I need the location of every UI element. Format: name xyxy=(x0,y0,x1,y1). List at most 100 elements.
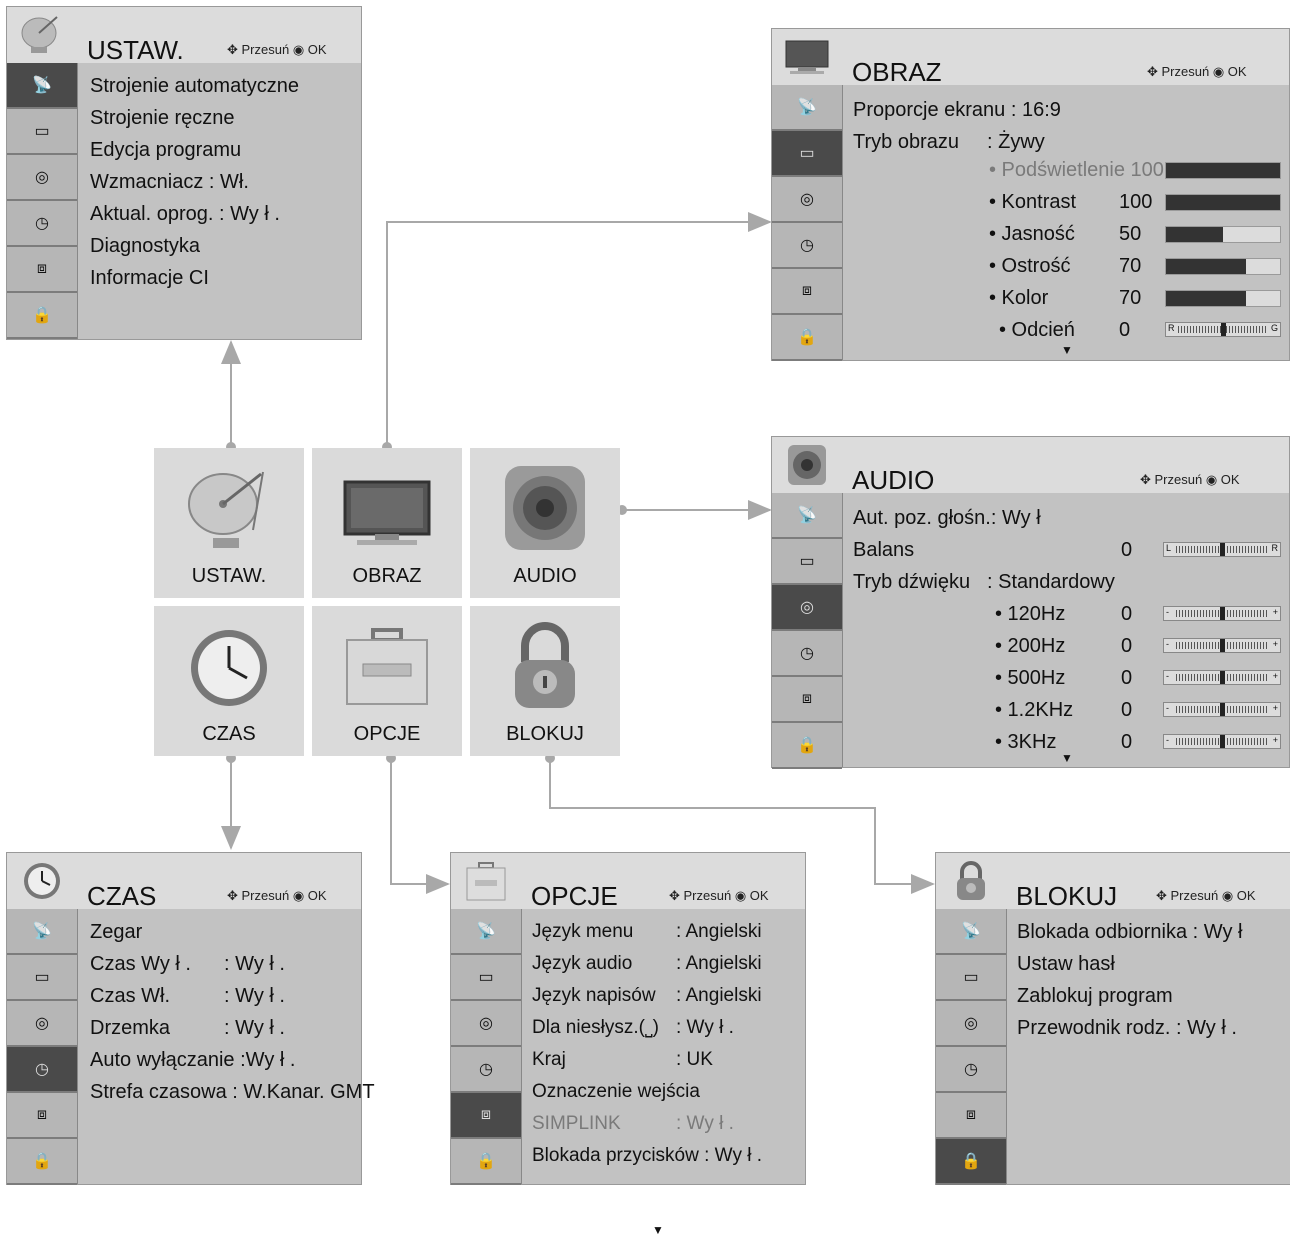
picture-setting-bar[interactable] xyxy=(1165,226,1281,243)
tile-setup[interactable]: USTAW. xyxy=(154,448,304,598)
setup-menu-item[interactable]: Wzmacniacz : Wł. xyxy=(90,171,249,194)
tint-slider[interactable]: RG xyxy=(1165,322,1281,337)
eq-band-slider[interactable]: - + xyxy=(1163,734,1281,749)
sidebar-item-option[interactable]: ⧈ xyxy=(936,1093,1006,1139)
sidebar-item-setup[interactable]: 📡 xyxy=(451,909,521,955)
tile-lock[interactable]: BLOKUJ xyxy=(470,606,620,756)
option-menu-item[interactable]: Dla niesłysz.(⎵) xyxy=(532,1017,659,1039)
eq-band-slider[interactable]: - + xyxy=(1163,670,1281,685)
scroll-down-icon[interactable]: ▼ xyxy=(1061,751,1073,765)
sidebar-item-audio[interactable]: ◎ xyxy=(7,1001,77,1047)
sidebar-item-option[interactable]: ⧈ xyxy=(7,247,77,293)
time-menu-item[interactable]: Auto wyłączanie :Wy ł . xyxy=(90,1049,295,1072)
sidebar-item-audio[interactable]: ◎ xyxy=(936,1001,1006,1047)
eq-band-slider[interactable]: - + xyxy=(1163,702,1281,717)
tile-option[interactable]: OPCJE xyxy=(312,606,462,756)
sidebar-item-option[interactable]: ⧈ xyxy=(7,1093,77,1139)
lock-menu-item[interactable]: Zablokuj program xyxy=(1017,985,1173,1008)
sidebar-item-lock[interactable]: 🔒 xyxy=(451,1139,521,1185)
eq-band-slider[interactable]: - + xyxy=(1163,606,1281,621)
picture-setting-value: 70 xyxy=(1119,255,1142,277)
sidebar-item-setup[interactable]: 📡 xyxy=(936,909,1006,955)
eq-band-label[interactable]: • 1.2KHz xyxy=(995,699,1073,722)
eq-band-label[interactable]: • 500Hz xyxy=(995,667,1065,690)
sidebar-item-lock[interactable]: 🔒 xyxy=(772,315,842,361)
setup-menu-item[interactable]: Aktual. oprog. : Wy ł . xyxy=(90,203,280,226)
setup-menu-item[interactable]: Diagnostyka xyxy=(90,235,200,258)
sidebar-item-picture[interactable]: ▭ xyxy=(451,955,521,1001)
option-menu-item[interactable]: Język menu xyxy=(532,921,633,943)
scroll-down-icon[interactable]: ▼ xyxy=(652,1223,664,1237)
sidebar-item-time[interactable]: ◷ xyxy=(772,631,842,677)
option-menu-item[interactable]: Oznaczenie wejścia xyxy=(532,1081,700,1103)
time-menu-item[interactable]: Zegar xyxy=(90,921,142,944)
setup-menu-item[interactable]: Informacje CI xyxy=(90,267,209,290)
picture-mode-label[interactable]: Tryb obrazu xyxy=(853,131,959,154)
setup-menu-item[interactable]: Edycja programu xyxy=(90,139,241,162)
eq-band-label[interactable]: • 3KHz xyxy=(995,731,1056,754)
tile-time[interactable]: CZAS xyxy=(154,606,304,756)
picture-setting-bar[interactable] xyxy=(1165,162,1281,179)
sound-mode-label[interactable]: Tryb dźwięku xyxy=(853,571,970,594)
menu-sidebar: 📡 ▭ ◎ ◷ ⧈ 🔒 xyxy=(7,909,77,1185)
sidebar-item-picture[interactable]: ▭ xyxy=(7,955,77,1001)
sidebar-item-audio[interactable]: ◎ xyxy=(451,1001,521,1047)
setup-menu-item[interactable]: Strojenie ręczne xyxy=(90,107,235,130)
sidebar-item-lock[interactable]: 🔒 xyxy=(772,723,842,769)
picture-setting-bar[interactable] xyxy=(1165,194,1281,211)
option-menu-item[interactable]: Język audio xyxy=(532,953,632,975)
option-menu-item[interactable]: Język napisów xyxy=(532,985,656,1007)
sidebar-item-setup[interactable]: 📡 xyxy=(772,493,842,539)
picture-setting-label[interactable]: • Ostrość xyxy=(989,255,1070,278)
lock-menu-item[interactable]: Ustaw hasł xyxy=(1017,953,1115,976)
sidebar-item-picture[interactable]: ▭ xyxy=(7,109,77,155)
picture-setting-label[interactable]: • Podświetlenie 100 xyxy=(989,159,1164,182)
auto-volume-item[interactable]: Aut. poz. głośn.: Wy ł xyxy=(853,507,1041,530)
time-menu-item[interactable]: Drzemka xyxy=(90,1017,170,1040)
sidebar-item-lock[interactable]: 🔒 xyxy=(936,1139,1006,1185)
sidebar-item-option[interactable]: ⧈ xyxy=(772,677,842,723)
time-menu-item[interactable]: Czas Wł. xyxy=(90,985,170,1008)
sidebar-item-time[interactable]: ◷ xyxy=(936,1047,1006,1093)
option-menu-item[interactable]: Blokada przycisków : Wy ł . xyxy=(532,1145,762,1167)
sidebar-item-time[interactable]: ◷ xyxy=(7,201,77,247)
sidebar-item-picture[interactable]: ▭ xyxy=(772,539,842,585)
sidebar-item-audio[interactable]: ◎ xyxy=(772,177,842,223)
sidebar-item-picture[interactable]: ▭ xyxy=(772,131,842,177)
sidebar-item-time[interactable]: ◷ xyxy=(451,1047,521,1093)
sidebar-item-lock[interactable]: 🔒 xyxy=(7,1139,77,1185)
sidebar-item-picture[interactable]: ▭ xyxy=(936,955,1006,1001)
sidebar-item-option[interactable]: ⧈ xyxy=(772,269,842,315)
lock-menu-item[interactable]: Przewodnik rodz. : Wy ł . xyxy=(1017,1017,1237,1040)
picture-setting-label[interactable]: • Jasność xyxy=(989,223,1075,246)
tile-picture[interactable]: OBRAZ xyxy=(312,448,462,598)
picture-setting-label[interactable]: • Kolor xyxy=(989,287,1048,310)
sidebar-item-option[interactable]: ⧈ xyxy=(451,1093,521,1139)
time-menu-item[interactable]: Strefa czasowa : W.Kanar. GMT xyxy=(90,1081,375,1104)
setup-menu-item[interactable]: Strojenie automatyczne xyxy=(90,75,299,98)
option-menu-item[interactable]: SIMPLINK xyxy=(532,1113,621,1135)
eq-band-slider[interactable]: - + xyxy=(1163,638,1281,653)
sidebar-item-audio[interactable]: ◎ xyxy=(7,155,77,201)
picture-setting-label[interactable]: • Kontrast xyxy=(989,191,1076,214)
sidebar-item-time[interactable]: ◷ xyxy=(7,1047,77,1093)
tile-audio[interactable]: AUDIO xyxy=(470,448,620,598)
sidebar-item-setup[interactable]: 📡 xyxy=(772,85,842,131)
balance-label[interactable]: Balans xyxy=(853,539,914,562)
time-menu-item[interactable]: Czas Wy ł . xyxy=(90,953,191,976)
sidebar-item-lock[interactable]: 🔒 xyxy=(7,293,77,339)
sidebar-item-time[interactable]: ◷ xyxy=(772,223,842,269)
balance-slider[interactable]: LR xyxy=(1163,542,1281,557)
eq-band-label[interactable]: • 200Hz xyxy=(995,635,1065,658)
scroll-down-icon[interactable]: ▼ xyxy=(1061,343,1073,357)
lock-menu-item[interactable]: Blokada odbiornika : Wy ł xyxy=(1017,921,1243,944)
sidebar-item-setup[interactable]: 📡 xyxy=(7,63,77,109)
option-menu-item[interactable]: Kraj xyxy=(532,1049,566,1071)
eq-band-label[interactable]: • 120Hz xyxy=(995,603,1065,626)
tint-label[interactable]: • Odcień xyxy=(999,319,1075,342)
picture-setting-bar[interactable] xyxy=(1165,290,1281,307)
sidebar-item-audio[interactable]: ◎ xyxy=(772,585,842,631)
sidebar-item-setup[interactable]: 📡 xyxy=(7,909,77,955)
picture-setting-bar[interactable] xyxy=(1165,258,1281,275)
aspect-ratio-item[interactable]: Proporcje ekranu : 16:9 xyxy=(853,99,1061,122)
